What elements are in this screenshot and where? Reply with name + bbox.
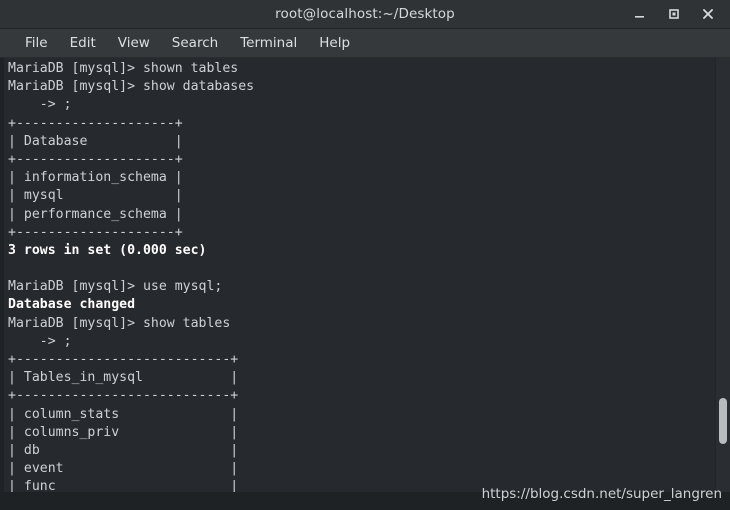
terminal-line: +--------------------+ bbox=[8, 224, 183, 240]
menu-file[interactable]: File bbox=[14, 32, 59, 54]
terminal-line: | Database | bbox=[8, 133, 183, 149]
terminal-line: -> ; bbox=[8, 333, 72, 349]
maximize-button[interactable] bbox=[666, 6, 682, 22]
terminal-line: Database changed bbox=[8, 297, 136, 313]
terminal-line: +--------------------+ bbox=[8, 115, 183, 131]
menu-view[interactable]: View bbox=[107, 32, 161, 54]
window-titlebar[interactable]: root@localhost:~/Desktop bbox=[0, 0, 730, 29]
terminal-line: +---------------------------+ bbox=[8, 388, 239, 404]
terminal-bottom-strip bbox=[0, 492, 730, 510]
terminal-line: +--------------------+ bbox=[8, 151, 183, 167]
terminal-line: | column_stats | bbox=[8, 406, 239, 422]
terminal-window: root@localhost:~/Desktop File Edit View … bbox=[0, 0, 730, 510]
terminal-line: MariaDB [mysql]> show databases bbox=[8, 79, 255, 95]
menu-terminal[interactable]: Terminal bbox=[229, 32, 308, 54]
terminal-line: | db | bbox=[8, 442, 239, 458]
minimize-button[interactable] bbox=[632, 6, 648, 22]
terminal-line: | performance_schema | bbox=[8, 206, 183, 222]
close-button[interactable] bbox=[700, 6, 716, 22]
menu-edit[interactable]: Edit bbox=[59, 32, 107, 54]
terminal-area[interactable]: MariaDB [mysql]> shown tables MariaDB [my… bbox=[0, 58, 730, 510]
terminal-line: 3 rows in set (0.000 sec) bbox=[8, 242, 207, 258]
terminal-line: +---------------------------+ bbox=[8, 352, 239, 367]
scrollbar-thumb[interactable] bbox=[719, 398, 727, 444]
terminal-line: MariaDB [mysql]> use mysql; bbox=[8, 279, 223, 295]
terminal-line: | information_schema | bbox=[8, 170, 183, 186]
terminal-output[interactable]: MariaDB [mysql]> shown tables MariaDB [my… bbox=[4, 58, 730, 510]
window-controls bbox=[632, 0, 724, 28]
terminal-line: | columns_priv | bbox=[8, 424, 239, 440]
terminal-line: | event | bbox=[8, 461, 239, 477]
terminal-line: -> ; bbox=[8, 97, 72, 113]
menu-help[interactable]: Help bbox=[308, 32, 361, 54]
terminal-scrollbar[interactable] bbox=[715, 58, 730, 510]
terminal-line: MariaDB [mysql]> shown tables bbox=[8, 61, 239, 76]
menu-bar: File Edit View Search Terminal Help bbox=[0, 29, 730, 58]
terminal-line: MariaDB [mysql]> show tables bbox=[8, 315, 231, 331]
terminal-line: | Tables_in_mysql | bbox=[8, 370, 239, 386]
window-title: root@localhost:~/Desktop bbox=[275, 6, 455, 22]
menu-search[interactable]: Search bbox=[161, 32, 229, 54]
terminal-line: | mysql | bbox=[8, 188, 183, 204]
